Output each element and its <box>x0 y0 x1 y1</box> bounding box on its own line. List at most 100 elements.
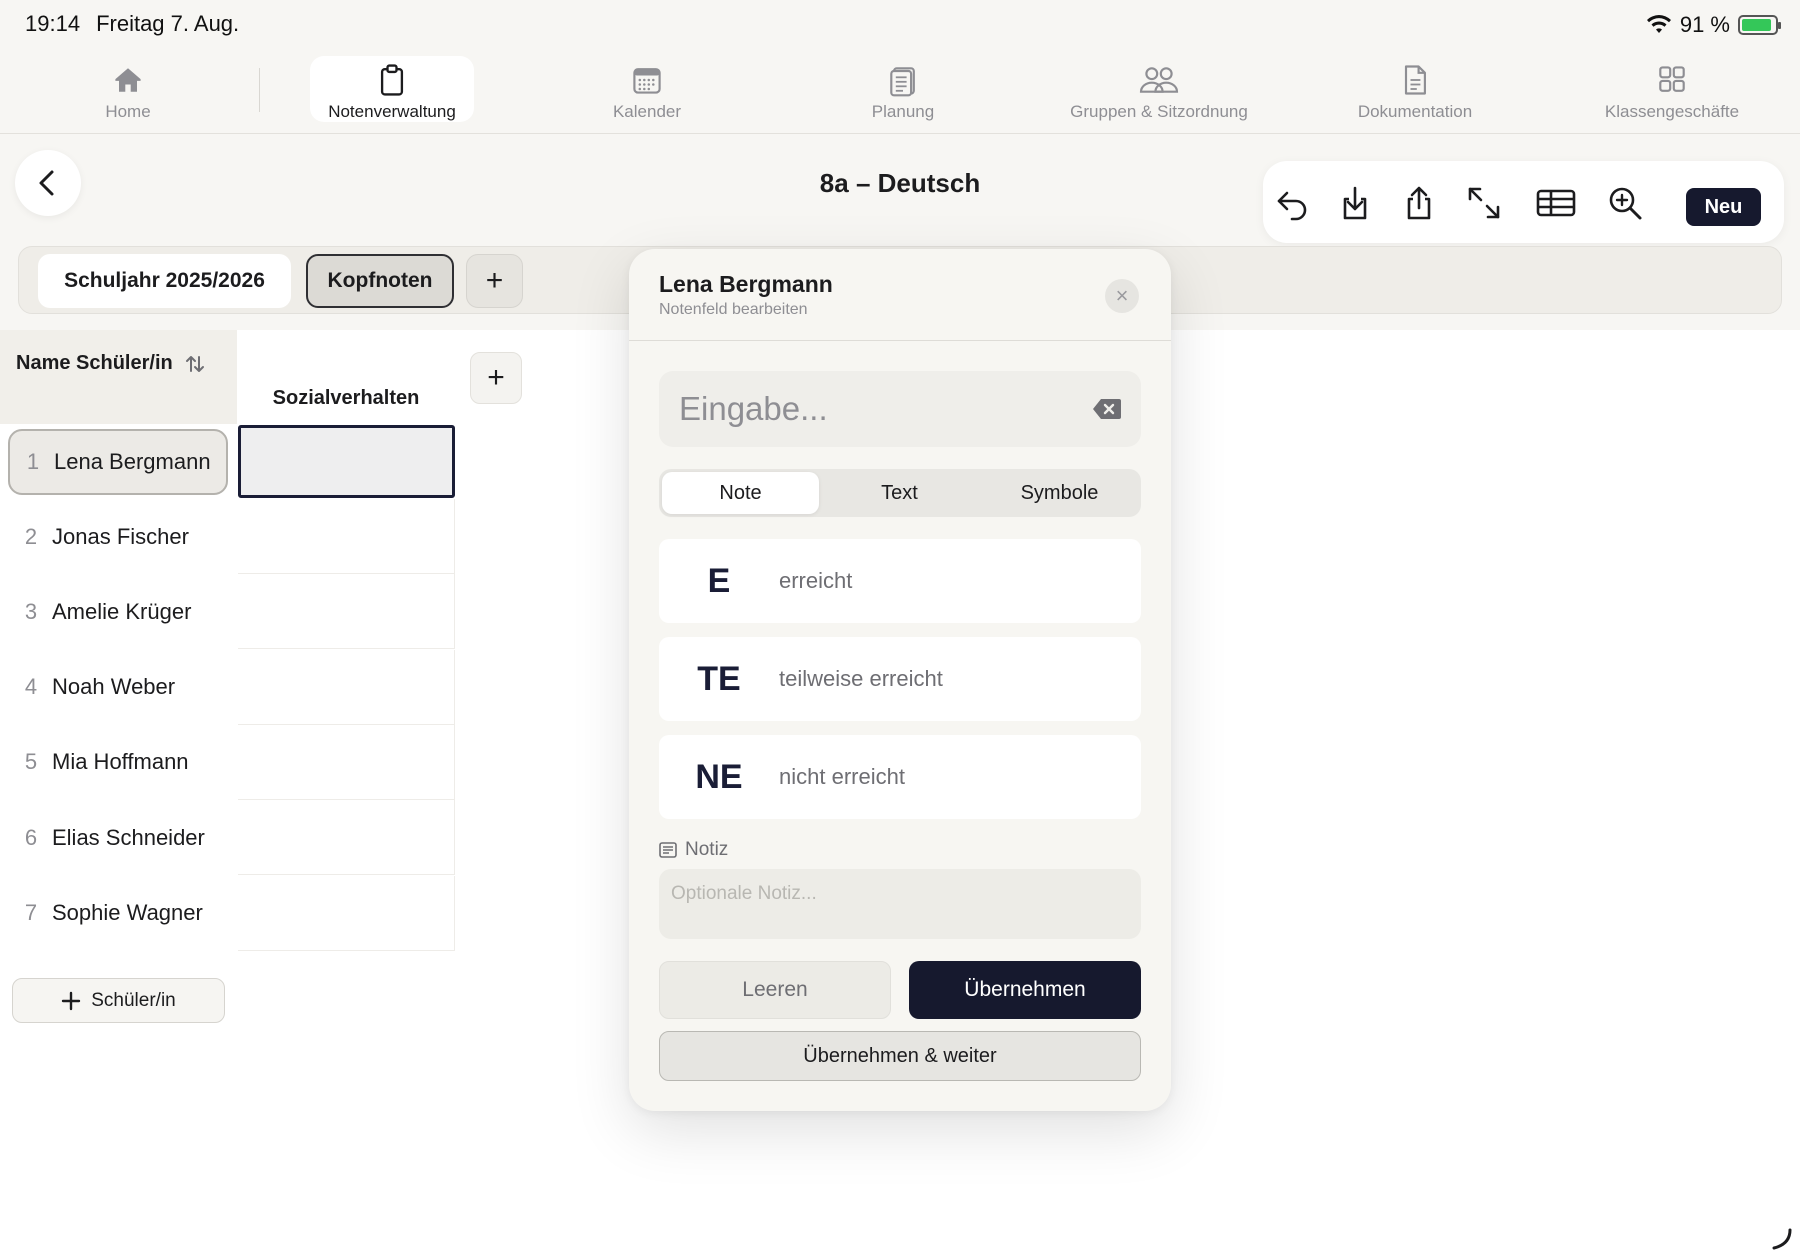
clipboard-icon <box>380 64 404 96</box>
grade-cell[interactable] <box>238 650 455 725</box>
download-button[interactable] <box>1335 183 1375 223</box>
apply-button[interactable]: Übernehmen <box>909 961 1141 1019</box>
tab-label: Notenverwaltung <box>328 102 456 121</box>
add-column-button[interactable]: + <box>470 352 522 404</box>
sheet-subtitle: Notenfeld bearbeiten <box>659 301 808 318</box>
tab-bar: Home Notenverwaltung Kalender Planung Gr… <box>0 48 1800 134</box>
table-view-button[interactable] <box>1534 183 1578 223</box>
tab-label: Gruppen & Sitzordnung <box>1070 102 1248 121</box>
student-row[interactable]: 2 Jonas Fischer <box>8 504 228 570</box>
status-date: Freitag 7. Aug. <box>96 11 240 36</box>
note-input[interactable] <box>671 881 1121 907</box>
grade-cell[interactable] <box>238 725 455 800</box>
student-row[interactable]: 6 Elias Schneider <box>8 805 228 871</box>
undo-icon <box>1277 191 1307 221</box>
student-name: Noah Weber <box>52 674 176 699</box>
sheet-title: Lena Bergmann <box>659 271 833 297</box>
house-icon <box>115 68 141 92</box>
student-number: 3 <box>24 599 38 624</box>
grade-cell[interactable] <box>238 499 455 574</box>
add-chip-button[interactable]: + <box>466 254 523 308</box>
tab-notenverwaltung[interactable]: Notenverwaltung <box>310 56 474 122</box>
tab-home[interactable]: Home <box>88 56 168 122</box>
grade-description: nicht erreicht <box>779 764 905 789</box>
column-header-sozialverhalten[interactable]: Sozialverhalten <box>237 330 455 424</box>
grade-code: TE <box>697 659 741 698</box>
student-name: Lena Bergmann <box>54 449 211 474</box>
grade-cell[interactable] <box>238 425 455 498</box>
status-bar: 19:14 Freitag 7. Aug. 91 % <box>0 0 1800 48</box>
undo-button[interactable] <box>1272 183 1312 223</box>
grade-code: NE <box>695 757 743 796</box>
toolbar: Neu <box>1263 161 1784 243</box>
student-row[interactable]: 1 Lena Bergmann <box>8 429 228 495</box>
share-icon <box>1407 186 1431 220</box>
tab-dokumentation[interactable]: Dokumentation <box>1348 56 1482 122</box>
student-number: 2 <box>24 524 38 549</box>
student-row[interactable]: 7 Sophie Wagner <box>8 880 228 946</box>
notepad-icon <box>890 67 915 97</box>
sort-icon[interactable] <box>185 354 205 374</box>
student-row[interactable]: 4 Noah Weber <box>8 654 228 720</box>
tab-kalender[interactable]: Kalender <box>600 56 694 122</box>
student-number: 5 <box>24 749 38 774</box>
document-icon <box>1404 65 1426 95</box>
sheet-header: Lena Bergmann Notenfeld bearbeiten × <box>629 249 1171 341</box>
school-year-chip[interactable]: Schuljahr 2025/2026 <box>38 254 291 308</box>
tab-gruppen-sitzordnung[interactable]: Gruppen & Sitzordnung <box>1060 56 1258 122</box>
student-name: Jonas Fischer <box>52 524 189 549</box>
wifi-icon <box>1646 15 1671 33</box>
table-icon <box>1536 189 1576 217</box>
student-number: 6 <box>24 825 38 850</box>
expand-button[interactable] <box>1464 183 1504 223</box>
close-button[interactable]: × <box>1105 279 1139 313</box>
tab-divider <box>259 68 260 112</box>
grade-cell[interactable] <box>238 574 455 649</box>
student-name: Amelie Krüger <box>52 599 192 624</box>
expand-icon <box>1468 187 1500 219</box>
segment-text[interactable]: Text <box>821 472 978 514</box>
download-icon <box>1343 186 1367 220</box>
student-number: 1 <box>26 449 40 474</box>
zoom-in-icon <box>1609 187 1642 220</box>
grade-input[interactable] <box>679 385 1079 433</box>
resize-handle-icon[interactable] <box>1768 1226 1794 1252</box>
kopfnoten-chip[interactable]: Kopfnoten <box>306 254 454 308</box>
status-right: 91 % <box>1646 12 1781 38</box>
tab-klassengeschaefte[interactable]: Klassengeschäfte <box>1598 56 1746 122</box>
plus-icon <box>62 991 81 1010</box>
share-button[interactable] <box>1399 183 1439 223</box>
page-header: 8a – Deutsch Neu <box>0 134 1800 246</box>
student-name: Elias Schneider <box>52 825 205 850</box>
segment-symbole[interactable]: Symbole <box>981 472 1138 514</box>
grade-option-e[interactable]: E erreicht <box>659 539 1141 623</box>
battery-icon <box>1738 15 1781 35</box>
add-student-button[interactable]: Schüler/in <box>12 978 225 1023</box>
tab-planung[interactable]: Planung <box>858 56 948 122</box>
segment-note[interactable]: Note <box>662 472 819 514</box>
new-button[interactable]: Neu <box>1686 188 1761 226</box>
note-icon <box>659 842 677 858</box>
name-header-label: Name Schüler/in <box>16 352 173 374</box>
grade-cell[interactable] <box>238 876 455 951</box>
backspace-icon[interactable] <box>1091 395 1123 423</box>
add-student-label: Schüler/in <box>91 989 176 1011</box>
status-time: 19:14 <box>25 11 81 36</box>
people-icon <box>1139 67 1179 93</box>
name-column-header: Name Schüler/in <box>0 330 237 424</box>
zoom-button[interactable] <box>1605 183 1645 223</box>
grade-cell[interactable] <box>238 800 455 875</box>
student-row[interactable]: 3 Amelie Krüger <box>8 579 228 645</box>
student-name: Mia Hoffmann <box>52 749 189 774</box>
student-row[interactable]: 5 Mia Hoffmann <box>8 729 228 795</box>
note-label-text: Notiz <box>685 839 729 860</box>
grade-description: erreicht <box>779 568 853 593</box>
grade-option-te[interactable]: TE teilweise erreicht <box>659 637 1141 721</box>
grade-edit-sheet: Lena Bergmann Notenfeld bearbeiten × Not… <box>629 249 1171 1111</box>
name-header[interactable]: Name Schüler/in <box>16 352 205 375</box>
grade-option-ne[interactable]: NE nicht erreicht <box>659 735 1141 819</box>
clear-button[interactable]: Leeren <box>659 961 891 1019</box>
battery-percent: 91 % <box>1679 12 1730 37</box>
tab-label: Klassengeschäfte <box>1604 102 1740 121</box>
apply-next-button[interactable]: Übernehmen & weiter <box>659 1031 1141 1081</box>
